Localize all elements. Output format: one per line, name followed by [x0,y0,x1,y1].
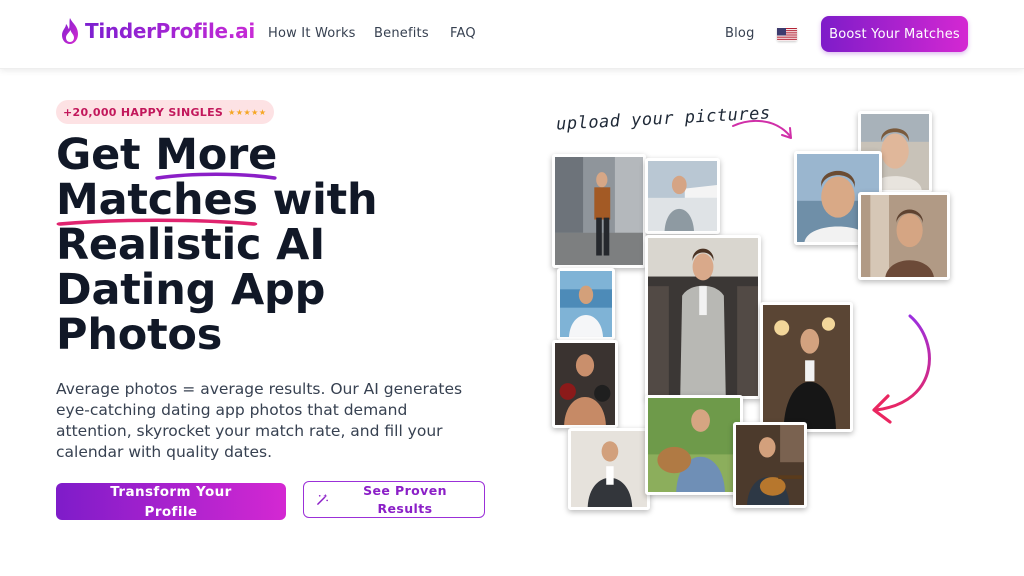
generated-photo-jet [645,158,720,234]
star-rating-icon: ★★★★★ [228,107,267,117]
site-header: TinderProfile.ai How It Works Benefits F… [0,0,1024,69]
headline-highlight-more: More [155,130,277,180]
headline-part-1: Get [56,130,156,180]
nav-faq[interactable]: FAQ [450,26,476,41]
generated-photo-street [552,154,646,268]
boost-matches-button[interactable]: Boost Your Matches [821,16,968,52]
happy-singles-badge: +20,000 HAPPY SINGLES ★★★★★ [56,100,274,124]
headline-highlight-matches: Matches [56,175,258,226]
flame-icon [62,18,78,44]
see-results-label: See Proven Results [363,482,447,516]
transform-profile-button[interactable]: Transform Your Profile [56,483,286,520]
nav-blog[interactable]: Blog [725,26,755,41]
hero-headline: Get More Matches with Realistic AI Datin… [56,133,476,358]
logo-text: TinderProfile.ai [85,19,255,43]
transform-profile-label: Transform Your Profile [110,483,232,520]
badge-text: +20,000 HAPPY SINGLES [63,105,224,119]
us-flag-icon[interactable] [777,27,797,41]
hero-description: Average photos = average results. Our AI… [56,380,463,461]
curved-arrow-icon [872,314,931,424]
underline-icon [56,218,258,226]
generated-photo-suit [568,428,650,510]
uploaded-photo-3 [858,192,950,280]
see-results-button[interactable]: See Proven Results [303,481,485,518]
generated-photo-gala [760,302,853,432]
generated-photo-boxing [552,340,618,428]
generated-photo-fashion-show [645,235,761,399]
arrow-icon [732,119,792,139]
generated-photo-yacht [557,268,615,340]
nav-benefits[interactable]: Benefits [374,26,429,41]
nav-how-it-works[interactable]: How It Works [268,26,356,41]
logo[interactable]: TinderProfile.ai [60,17,255,45]
magic-wand-icon [317,493,328,505]
generated-photo-dog [645,395,743,495]
generated-photo-guitar [733,422,807,508]
